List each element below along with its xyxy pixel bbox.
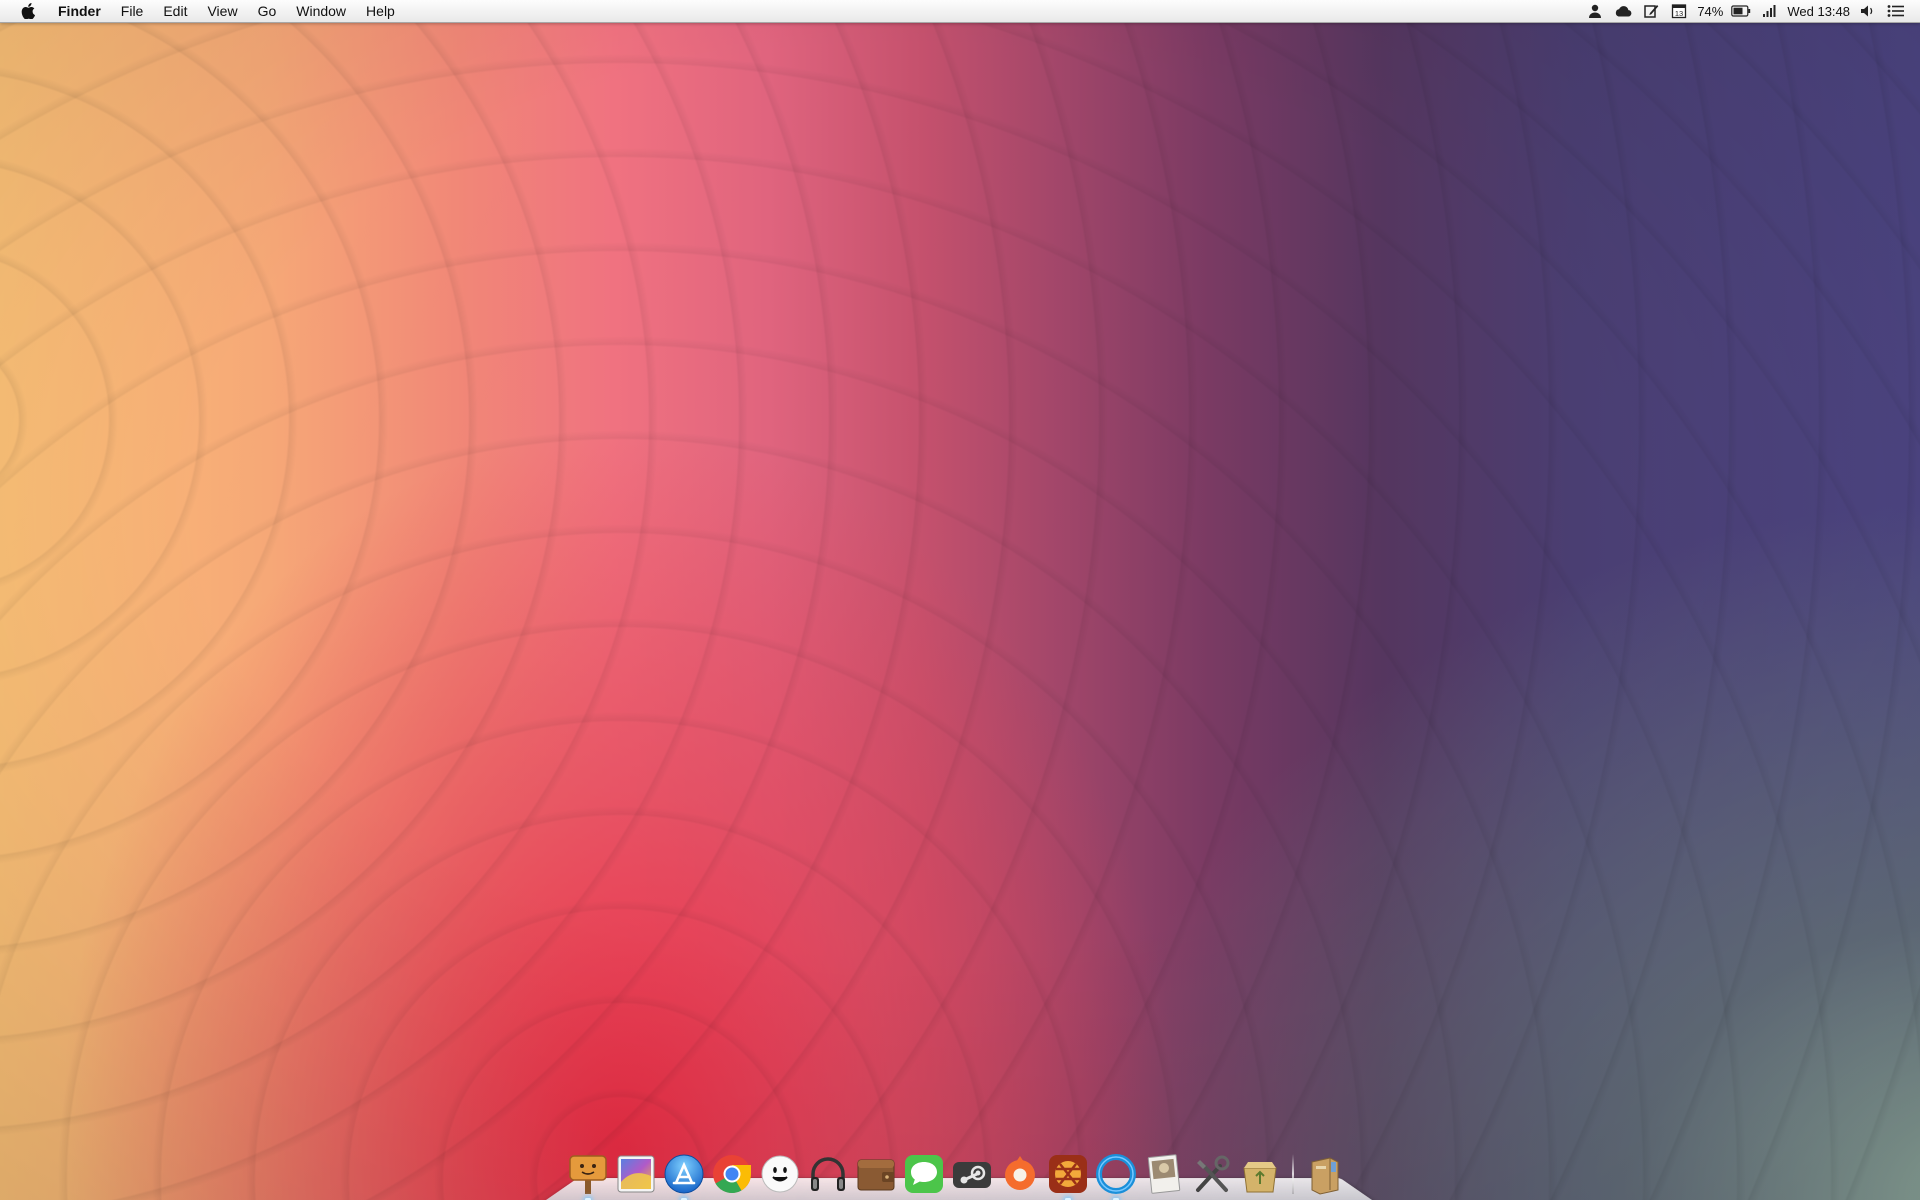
preview-photos-icon <box>1147 1154 1181 1194</box>
battery-icon[interactable] <box>1730 0 1752 22</box>
apple-logo-icon[interactable] <box>18 0 38 22</box>
dock-app-origin[interactable] <box>998 1152 1042 1196</box>
menu-edit[interactable]: Edit <box>153 0 197 22</box>
notification-list-icon[interactable] <box>1885 0 1907 22</box>
dock-app-messages[interactable] <box>902 1152 946 1196</box>
blue-ring-icon <box>1096 1154 1136 1194</box>
menu-file[interactable]: File <box>111 0 154 22</box>
dock-app-preview[interactable] <box>1142 1152 1186 1196</box>
user-icon[interactable] <box>1584 0 1606 22</box>
dock-app-rdio[interactable] <box>1046 1152 1090 1200</box>
calendar-icon[interactable]: 13 <box>1668 0 1690 22</box>
battery-percent[interactable]: 74% <box>1697 4 1723 19</box>
archive-box-icon <box>1311 1157 1339 1195</box>
signpost-icon <box>569 1155 607 1194</box>
wallpaper-rings <box>0 0 1920 1200</box>
note-edit-icon[interactable] <box>1640 0 1662 22</box>
menu-bar-status: 13 74% Wed 13:48 <box>1581 0 1920 22</box>
dock-icons <box>566 1148 1350 1200</box>
photo-gradient-icon <box>617 1155 655 1193</box>
origin-icon <box>1005 1156 1035 1190</box>
dock-app-recycle-box[interactable] <box>1238 1152 1282 1196</box>
desktop[interactable]: Finder File Edit View Go Window Help 13 … <box>0 0 1920 1200</box>
dock-app-signpost[interactable] <box>566 1152 610 1200</box>
dock-app-app-store[interactable] <box>662 1152 706 1200</box>
calendar-day-text: 13 <box>1675 9 1683 18</box>
tools-icon <box>1196 1155 1230 1192</box>
chrome-icon <box>713 1155 752 1194</box>
dock-app-blue-ring[interactable] <box>1094 1152 1138 1200</box>
menu-bar-left: Finder File Edit View Go Window Help <box>0 0 405 22</box>
menu-go[interactable]: Go <box>248 0 287 22</box>
menu-clock[interactable]: Wed 13:48 <box>1787 4 1850 19</box>
wallpaper-vignette <box>0 0 1920 1200</box>
menu-window[interactable]: Window <box>286 0 356 22</box>
dock-app-headphones[interactable] <box>806 1152 850 1196</box>
dock-app-chrome[interactable] <box>710 1152 754 1196</box>
headphones-icon <box>811 1157 845 1191</box>
dock-app-archive[interactable] <box>1302 1152 1346 1196</box>
dock-app-utilities[interactable] <box>1190 1152 1234 1196</box>
wallet-icon <box>857 1159 895 1191</box>
cloud-icon[interactable] <box>1612 0 1634 22</box>
recycle-box-icon <box>1243 1162 1277 1193</box>
signal-bars-icon[interactable] <box>1758 0 1780 22</box>
menu-help[interactable]: Help <box>356 0 405 22</box>
rdio-icon <box>1049 1155 1087 1193</box>
speaker-icon[interactable] <box>1857 0 1879 22</box>
messages-bubble-icon <box>905 1155 943 1193</box>
smiley-face-icon <box>761 1155 799 1193</box>
steam-icon <box>953 1162 991 1188</box>
dock <box>546 1148 1372 1200</box>
dock-app-steam[interactable] <box>950 1152 994 1196</box>
menu-bar: Finder File Edit View Go Window Help 13 … <box>0 0 1920 23</box>
dock-app-photo[interactable] <box>614 1152 658 1196</box>
dock-app-smiley[interactable] <box>758 1152 802 1196</box>
menu-app-finder[interactable]: Finder <box>48 0 111 22</box>
app-store-icon <box>664 1154 704 1194</box>
dock-separator <box>1292 1154 1294 1194</box>
menu-view[interactable]: View <box>197 0 247 22</box>
dock-app-wallet[interactable] <box>854 1152 898 1196</box>
